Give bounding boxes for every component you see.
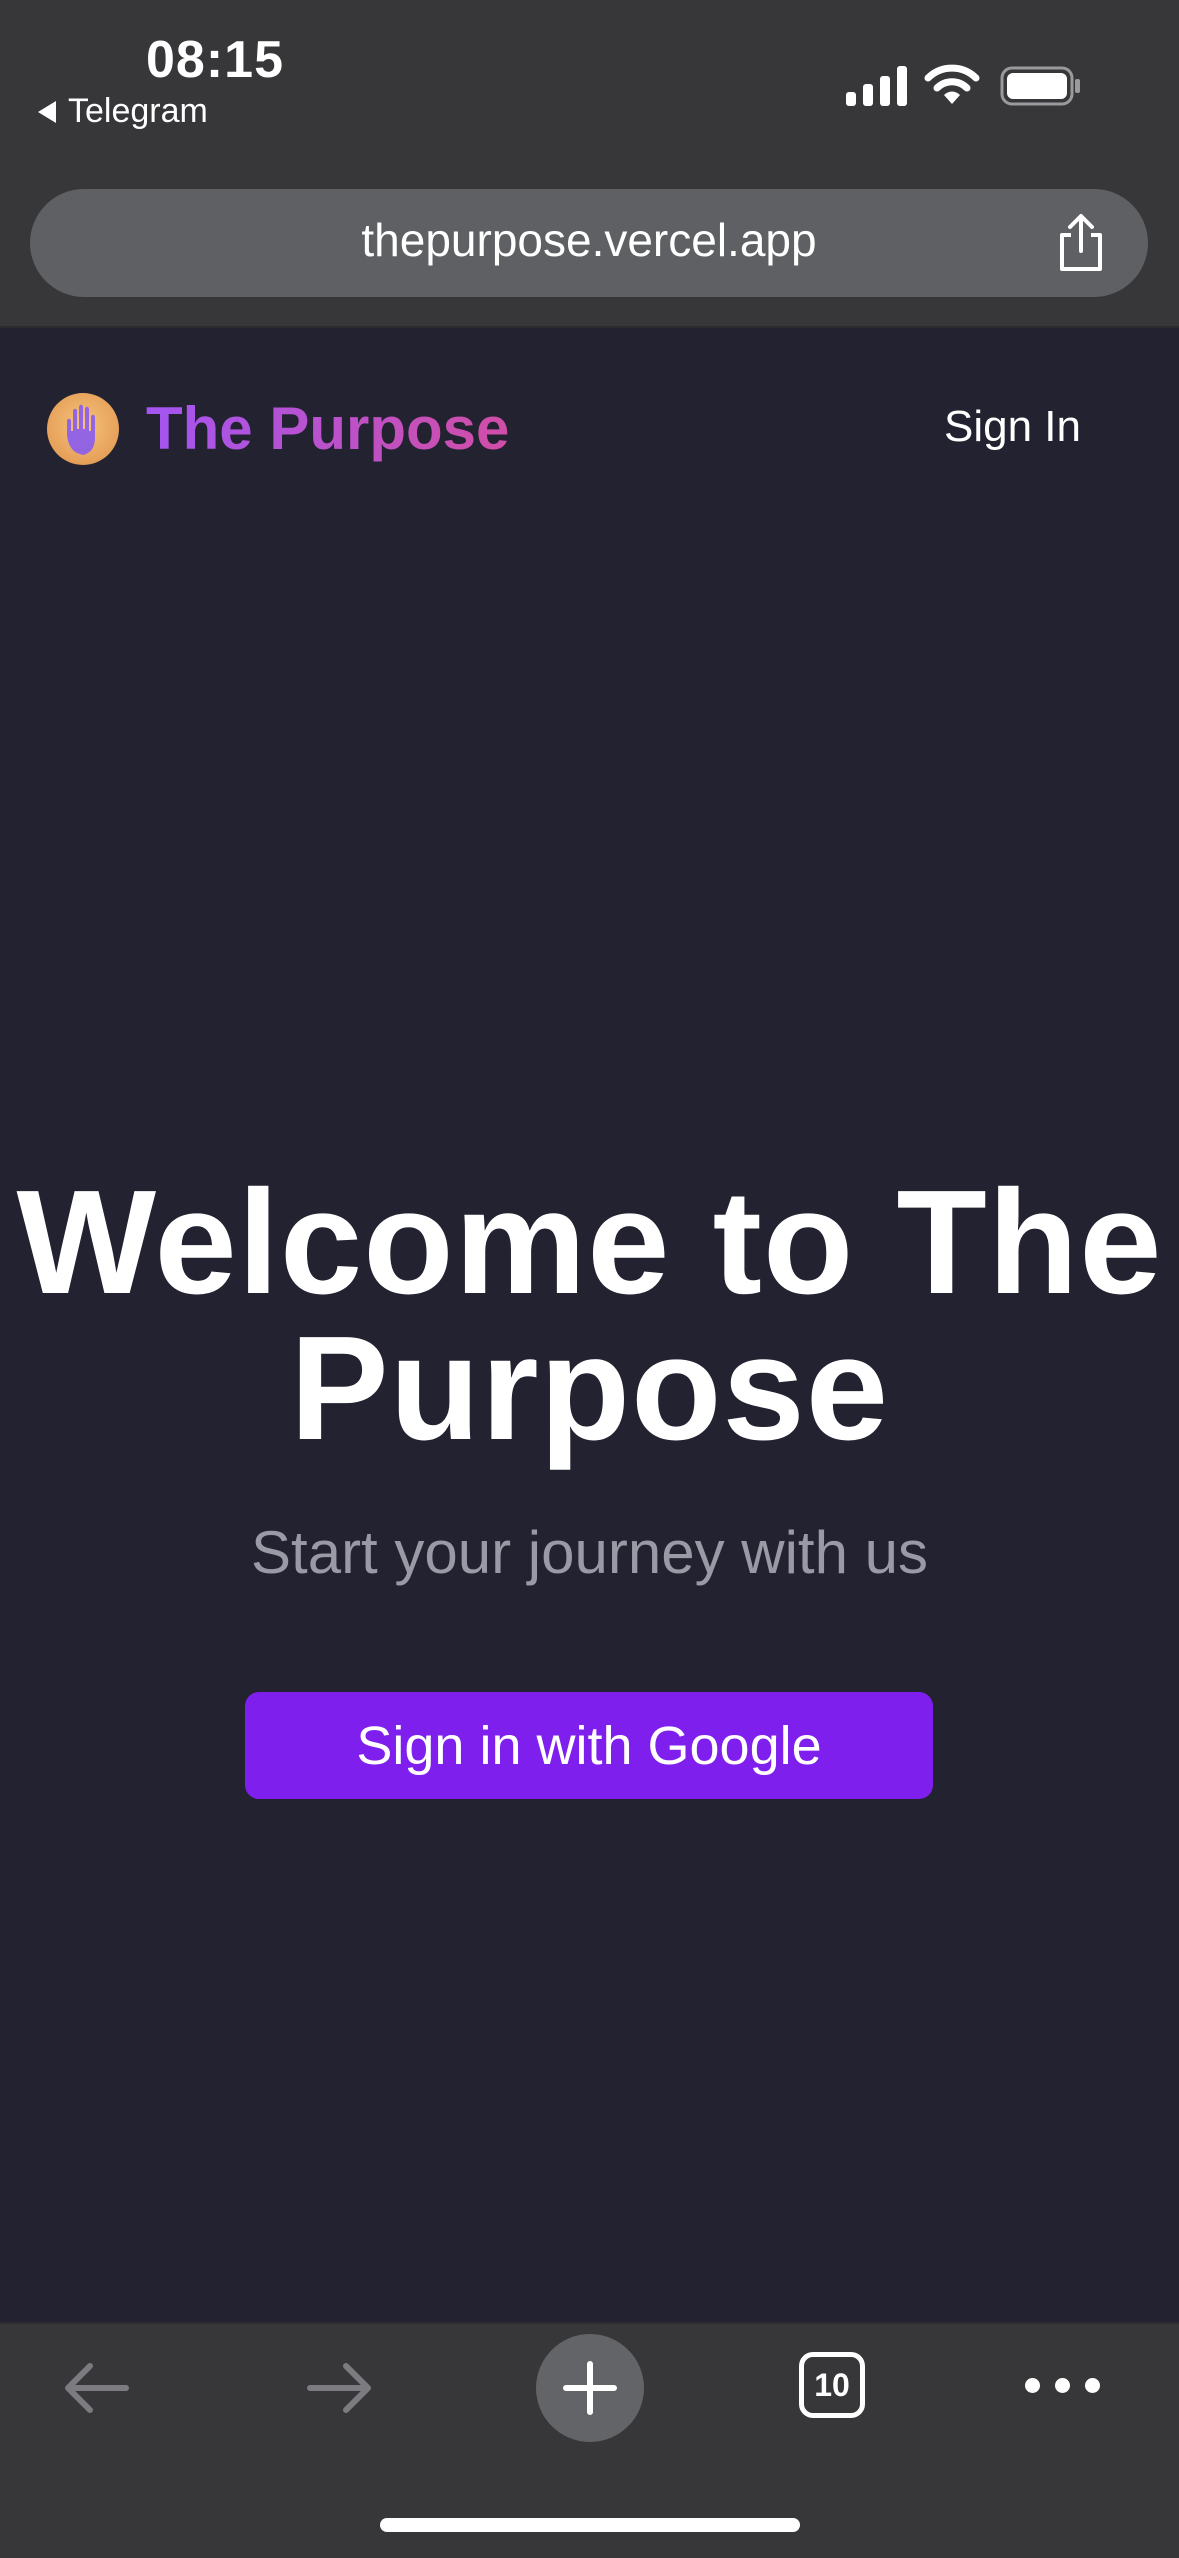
cellular-signal-icon: [846, 66, 907, 106]
status-time: 08:15: [146, 31, 284, 89]
plus-icon: [563, 2361, 617, 2415]
sign-in-with-google-button[interactable]: Sign in with Google: [245, 1692, 933, 1799]
header-sign-in-link[interactable]: Sign In: [944, 402, 1081, 452]
browser-top-chrome: 08:15 Telegram thepurpose.vercel.app: [0, 0, 1179, 328]
url-text[interactable]: thepurpose.vercel.app: [30, 213, 1148, 267]
back-arrow-icon[interactable]: [60, 2360, 130, 2416]
battery-icon: [1000, 66, 1080, 106]
hero-subtitle: Start your journey with us: [251, 1519, 928, 1586]
back-to-app-link[interactable]: Telegram: [38, 92, 208, 131]
hero-title-line-1: Welcome to The: [16, 1160, 1163, 1325]
share-icon[interactable]: [1054, 213, 1108, 273]
address-bar[interactable]: thepurpose.vercel.app: [30, 189, 1148, 297]
tabs-count-button[interactable]: 10: [799, 2352, 865, 2418]
hero-title-line-2: Purpose: [289, 1306, 890, 1471]
brand-logo[interactable]: [47, 393, 119, 465]
hero-title: Welcome to The Purpose: [0, 1160, 1179, 1471]
back-triangle-icon: [38, 100, 56, 123]
back-app-label: Telegram: [68, 92, 208, 130]
more-menu-icon[interactable]: [1025, 2378, 1100, 2393]
hand-icon: [67, 404, 95, 455]
new-tab-button[interactable]: [536, 2334, 644, 2442]
brand-name[interactable]: The Purpose: [146, 394, 509, 463]
forward-arrow-icon[interactable]: [306, 2360, 376, 2416]
wifi-icon: [924, 64, 980, 104]
home-indicator: [380, 2518, 800, 2532]
